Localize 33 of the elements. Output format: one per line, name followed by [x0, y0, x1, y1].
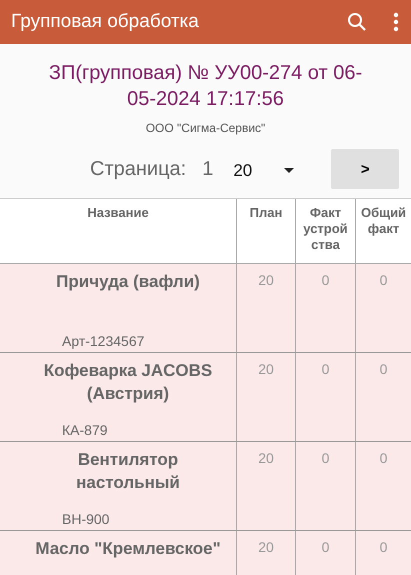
table-cell-text: 0	[378, 538, 388, 557]
table-cell: 0	[296, 442, 356, 530]
page-size-dropdown[interactable]: 20	[233, 157, 294, 181]
page-label: Страница:	[90, 158, 186, 180]
table-cell: 20	[237, 353, 296, 441]
product-name: Масло "Кремлевское"	[34, 538, 222, 560]
page-number: 1	[202, 158, 214, 180]
caret-icon	[284, 168, 294, 174]
table-cell: 0	[296, 531, 356, 575]
column-header: Название	[0, 199, 237, 263]
table-cell: 0	[296, 353, 356, 441]
menu-icon[interactable]	[393, 12, 399, 32]
table-cell-text: 0	[378, 271, 388, 290]
table-cell: 20	[237, 531, 296, 575]
app-title: Групповая обработка	[11, 11, 200, 33]
product-name: Причуда (вафли)	[55, 271, 201, 293]
column-header: Общий факт	[360, 204, 408, 238]
document-title: ЗП(групповая) № УУ00-274 от 06-05-2024 17:17:56	[48, 61, 364, 112]
table-cell-text: 0	[378, 449, 388, 468]
table-cell: 20	[237, 264, 296, 352]
company-name: ООО "Сигма-Сервис"	[144, 121, 266, 135]
next-page-button[interactable]: >	[331, 149, 400, 189]
product-name: Кофеварка JACOBS (Австрия)	[42, 360, 214, 405]
table-cell-text: 0	[378, 360, 388, 379]
table-cell: 0	[296, 264, 356, 352]
table-cell: 20	[237, 442, 296, 530]
column-header: Факт устрой ства	[296, 199, 356, 263]
product-name: Вентилятор настольный	[75, 449, 181, 494]
search-icon[interactable]	[347, 12, 367, 32]
product-article: Арт-1234567	[61, 333, 146, 349]
product-article: КА-879	[61, 422, 109, 438]
product-article: ВН-900	[61, 511, 110, 527]
column-header: План	[237, 199, 296, 263]
